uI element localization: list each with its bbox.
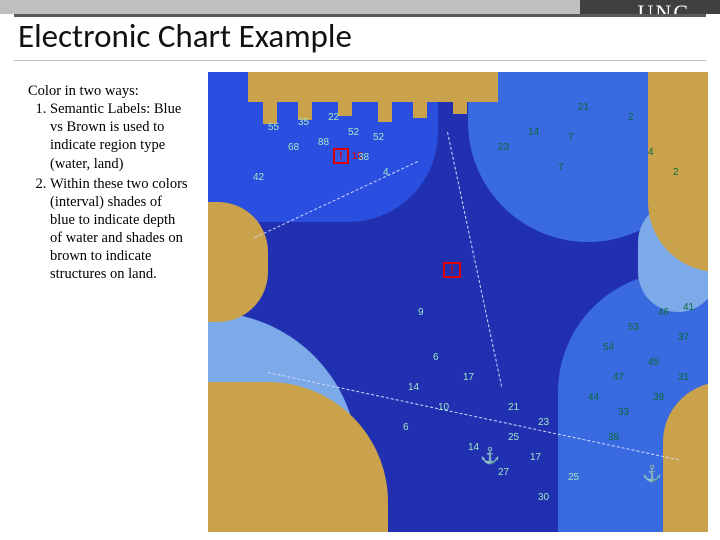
sounding-value: 38: [358, 152, 369, 163]
body-text: Color in two ways: Semantic Labels: Blue…: [28, 82, 188, 285]
sounding-value: 4: [383, 167, 389, 178]
anchor-icon: ⚓: [642, 464, 662, 484]
sounding-value: 6: [403, 422, 409, 433]
rule-under-title: [14, 60, 706, 61]
sounding-value: 10: [438, 402, 449, 413]
sounding-value: 2: [673, 167, 679, 178]
sounding-value: 14: [408, 382, 419, 393]
sounding-value: 53: [628, 322, 639, 333]
list-item: Semantic Labels: Blue vs Brown is used t…: [50, 100, 188, 173]
sounding-value: 38: [608, 432, 619, 443]
sounding-value: 17: [530, 452, 541, 463]
sounding-value: 46: [658, 307, 669, 318]
sounding-value: 55: [268, 122, 279, 133]
sounding-value: 4: [648, 147, 654, 158]
sounding-value: 23: [498, 142, 509, 153]
sounding-value: 35: [298, 117, 309, 128]
sounding-value: 47: [613, 372, 624, 383]
nautical-chart: ! 10 ! 553568885252384222496171014614212…: [208, 72, 708, 532]
sounding-value: 44: [588, 392, 599, 403]
land-north-pier: [453, 72, 467, 114]
sounding-value: 14: [468, 442, 479, 453]
sounding-value: 7: [568, 132, 574, 143]
sounding-value: 54: [603, 342, 614, 353]
sounding-value: 21: [508, 402, 519, 413]
sounding-value: 7: [558, 162, 564, 173]
sounding-value: 9: [418, 307, 424, 318]
sounding-value: 37: [678, 332, 689, 343]
slide: UNC Electronic Chart Example Color in tw…: [0, 0, 720, 540]
top-accent-grey: [0, 0, 580, 14]
land-north-pier: [413, 72, 427, 118]
brand-label: UNC: [638, 0, 690, 26]
land-north-pier: [298, 72, 312, 120]
sounding-value: 14: [528, 127, 539, 138]
sounding-value: 6: [433, 352, 439, 363]
sounding-value: 88: [318, 137, 329, 148]
body-intro: Color in two ways:: [28, 82, 188, 100]
sounding-value: 52: [348, 127, 359, 138]
sounding-value: 52: [373, 132, 384, 143]
sounding-value: 39: [653, 392, 664, 403]
sounding-value: 31: [678, 372, 689, 383]
sounding-value: 22: [328, 112, 339, 123]
top-accent-bar: [0, 0, 720, 14]
sounding-value: 41: [683, 302, 694, 313]
sounding-value: 25: [508, 432, 519, 443]
page-title: Electronic Chart Example: [18, 16, 352, 56]
sea-layer: ! 10 ! 553568885252384222496171014614212…: [208, 72, 708, 532]
sounding-value: 30: [538, 492, 549, 503]
caution-symbol: !: [443, 262, 461, 278]
sounding-value: 68: [288, 142, 299, 153]
sounding-value: 23: [538, 417, 549, 428]
land-sw: [208, 472, 298, 532]
sounding-value: 42: [253, 172, 264, 183]
land-north-pier: [378, 72, 392, 122]
land-north-pier: [263, 72, 277, 124]
sounding-value: 2: [628, 112, 634, 123]
sounding-value: 25: [568, 472, 579, 483]
sounding-value: 17: [463, 372, 474, 383]
sounding-value: 45: [648, 357, 659, 368]
anchor-icon: ⚓: [480, 446, 500, 466]
list-item: Within these two colors (interval) shade…: [50, 175, 188, 284]
body-list: Semantic Labels: Blue vs Brown is used t…: [50, 100, 188, 283]
sounding-value: 21: [578, 102, 589, 113]
sounding-value: 33: [618, 407, 629, 418]
land-north-pier: [338, 72, 352, 116]
sounding-value: 27: [498, 467, 509, 478]
